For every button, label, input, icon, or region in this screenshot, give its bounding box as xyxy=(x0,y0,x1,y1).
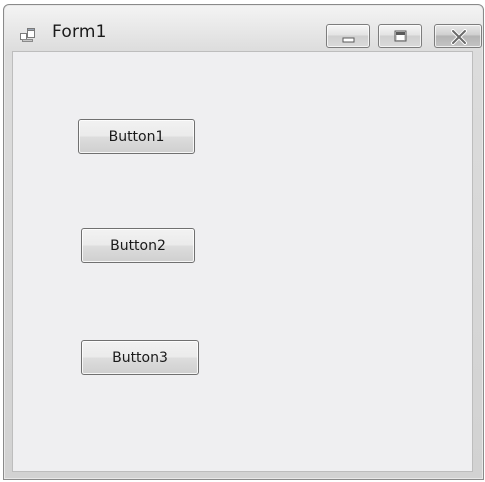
close-button[interactable] xyxy=(434,24,482,48)
button3[interactable]: Button3 xyxy=(81,340,199,375)
maximize-icon xyxy=(394,30,407,42)
form-window-icon[interactable] xyxy=(20,27,36,43)
minimize-button[interactable] xyxy=(326,24,370,48)
form-client-area: Button1 Button2 Button3 xyxy=(12,51,473,472)
maximize-button[interactable] xyxy=(378,24,422,48)
minimize-icon xyxy=(342,37,355,43)
title-bar[interactable]: Form1 xyxy=(4,5,483,51)
button1[interactable]: Button1 xyxy=(78,119,195,154)
form-window[interactable]: Form1 Button1 Button2 Button3 xyxy=(3,4,484,480)
window-title: Form1 xyxy=(52,22,107,42)
close-icon xyxy=(451,29,467,45)
button2[interactable]: Button2 xyxy=(81,228,195,263)
